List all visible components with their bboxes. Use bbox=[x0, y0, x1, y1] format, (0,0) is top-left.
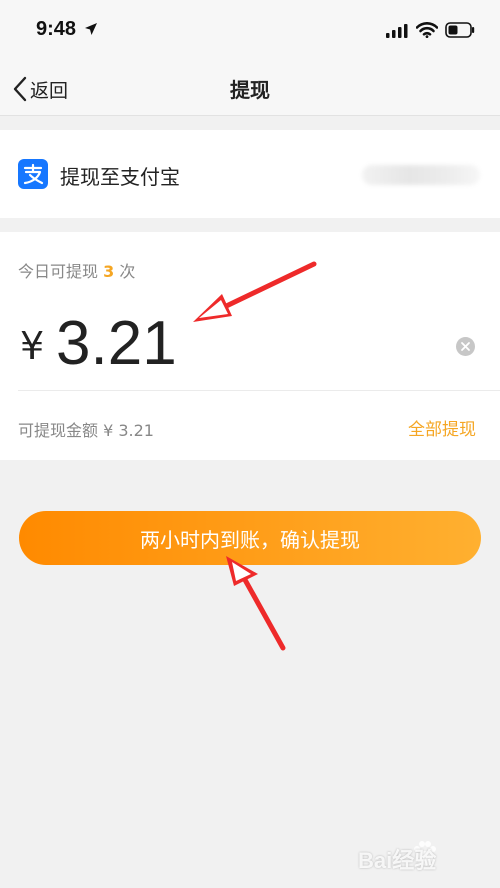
confirm-withdraw-button[interactable]: 两小时内到账，确认提现 bbox=[19, 511, 481, 565]
clear-input-icon[interactable] bbox=[456, 337, 475, 356]
watermark-text: Bai经验 bbox=[358, 848, 437, 873]
page-title: 提现 bbox=[230, 78, 270, 102]
available-amount: 可提现金额 ¥ 3.21 bbox=[18, 421, 154, 440]
status-time: 9:48 bbox=[36, 18, 77, 40]
wifi-icon bbox=[416, 22, 438, 38]
alipay-icon bbox=[18, 159, 48, 189]
quota-prefix: 今日可提现 bbox=[18, 262, 99, 281]
battery-icon bbox=[445, 22, 475, 38]
quota-count: 3 bbox=[103, 262, 115, 281]
withdraw-destination-label: 提现至支付宝 bbox=[60, 165, 180, 189]
status-bar: 9:48 bbox=[0, 0, 500, 62]
currency-symbol: ¥ bbox=[20, 324, 45, 368]
blurred-account-info bbox=[362, 165, 480, 185]
quota-suffix: 次 bbox=[119, 262, 136, 281]
location-arrow-icon bbox=[85, 23, 97, 35]
daily-withdraw-quota: 今日可提现 3 次 bbox=[18, 258, 135, 282]
cellular-signal-icon bbox=[386, 24, 408, 38]
withdraw-all-link[interactable]: 全部提现 bbox=[408, 415, 476, 440]
annotation-arrow-button bbox=[226, 556, 286, 651]
navigation-bar: 返回 提现 bbox=[0, 62, 500, 116]
amount-divider bbox=[18, 390, 500, 391]
amount-input[interactable]: 3.21 bbox=[56, 308, 177, 379]
